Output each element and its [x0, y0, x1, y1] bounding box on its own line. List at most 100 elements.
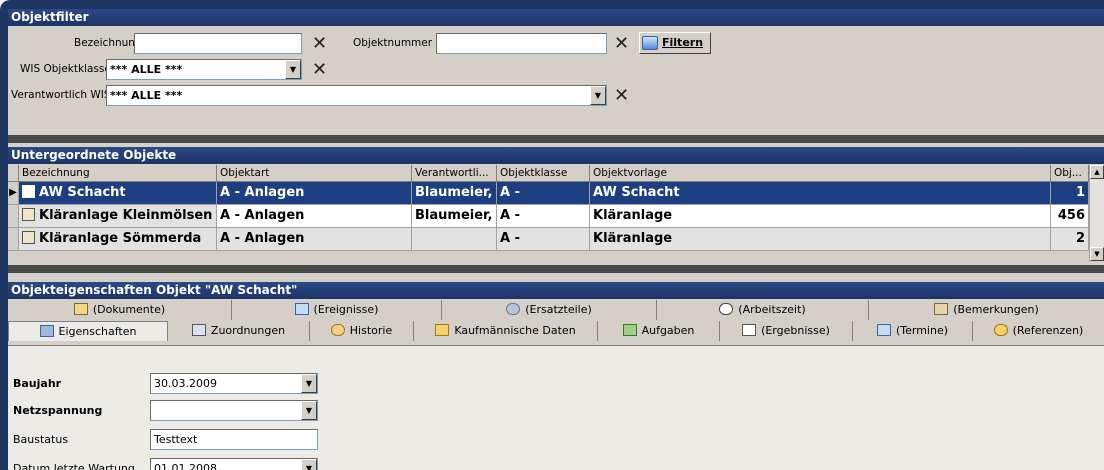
datum-letzte-wartung-dropdown-icon[interactable]: ▼: [301, 459, 317, 470]
coins-icon: [435, 324, 450, 336]
cell-bezeichnung: Kläranlage Kleinmölsen: [19, 205, 217, 228]
clear-objektnummer-icon[interactable]: ✕: [614, 35, 629, 53]
verantwortlich-dropdown-icon[interactable]: ▼: [590, 86, 606, 105]
wis-objektklasse-select[interactable]: *** ALLE ***: [106, 59, 302, 80]
objektnummer-input[interactable]: [436, 33, 607, 54]
tab-eigenschaften-label: Eigenschaften: [58, 325, 137, 338]
tab-zuordnungen[interactable]: Zuordnungen: [168, 321, 310, 341]
appointment-icon: [876, 324, 891, 336]
tab-referenzen-label: (Referenzen): [1012, 324, 1084, 337]
divider: [8, 265, 1104, 273]
tab-historie[interactable]: Historie: [310, 321, 414, 341]
window-frame: Objektfilter Bezeichnung ✕ Objektnummer …: [0, 0, 1104, 470]
tab-dokumente[interactable]: (Dokumente): [8, 300, 232, 320]
bezeichnung-input[interactable]: [134, 33, 302, 54]
tab-ereignisse[interactable]: (Ereignisse): [232, 300, 442, 320]
cell-verantwortlich: [412, 228, 497, 251]
tab-referenzen[interactable]: (Referenzen): [973, 321, 1104, 341]
cell-verantwortlich: Blaumeier,: [412, 182, 497, 205]
divider: [8, 135, 1104, 143]
tab-zuordnungen-label: Zuordnungen: [210, 324, 286, 337]
tab-bemerkungen-label: (Bemerkungen): [953, 303, 1039, 316]
tasks-icon: [622, 324, 637, 336]
document-icon: [742, 324, 757, 336]
tab-historie-label: Historie: [349, 324, 393, 337]
tab-aufgaben-label: Aufgaben: [641, 324, 695, 337]
tab-aufgaben[interactable]: Aufgaben: [598, 321, 720, 341]
scroll-down-icon[interactable]: ▼: [1090, 247, 1104, 261]
cell-objektart: A - Anlagen: [217, 228, 412, 251]
kläranlage-icon: [22, 231, 35, 244]
bezeichnung-label: Bezeichnung: [74, 37, 142, 49]
table-row[interactable]: ▶ AW Schacht A - Anlagen Blaumeier, A - …: [8, 182, 1089, 205]
col-bezeichnung[interactable]: Bezeichnung: [19, 165, 217, 182]
folder-icon: [73, 303, 88, 315]
tab-ereignisse-label: (Ereignisse): [313, 303, 379, 316]
col-objektart[interactable]: Objektart: [217, 165, 412, 182]
datum-letzte-wartung-label: Datum letzte Wartung: [13, 462, 135, 470]
cell-verantwortlich: Blaumeier,: [412, 205, 497, 228]
eigenschaften-header: Objekteigenschaften Objekt "AW Schacht": [8, 282, 1104, 299]
tab-termine-label: (Termine): [895, 324, 949, 337]
baustatus-input[interactable]: Testtext: [150, 429, 318, 450]
tabs-top-row: (Dokumente) (Ereignisse) (Ersatzteile) (…: [8, 300, 1104, 320]
cell-objektvorlage: AW Schacht: [590, 182, 1051, 205]
baujahr-select[interactable]: 30.03.2009: [150, 373, 318, 394]
cell-bezeichnung-text: Kläranlage Sömmerda: [39, 231, 202, 246]
tab-dokumente-label: (Dokumente): [92, 303, 166, 316]
col-objektklasse[interactable]: Objektklasse: [497, 165, 590, 182]
clear-wis-objektklasse-icon[interactable]: ✕: [312, 61, 327, 79]
filtern-button[interactable]: Filtern: [639, 32, 711, 54]
tab-termine[interactable]: (Termine): [853, 321, 973, 341]
cell-objektvorlage: Kläranlage: [590, 228, 1051, 251]
baujahr-label: Baujahr: [13, 377, 62, 390]
netzspannung-select[interactable]: [150, 400, 318, 421]
pencil-icon: [934, 303, 949, 315]
cell-bezeichnung: Kläranlage Sömmerda: [19, 228, 217, 251]
objekte-table: Bezeichnung Objektart Verantwortli... Ob…: [8, 165, 1104, 267]
tab-bemerkungen[interactable]: (Bemerkungen): [869, 300, 1104, 320]
table-scrollbar[interactable]: ▲ ▼: [1089, 165, 1104, 261]
clear-verantwortlich-icon[interactable]: ✕: [614, 87, 629, 105]
col-objektvorlage[interactable]: Objektvorlage: [590, 165, 1051, 182]
col-obj[interactable]: Obj...: [1051, 165, 1089, 182]
netzspannung-dropdown-icon[interactable]: ▼: [301, 401, 317, 420]
baujahr-dropdown-icon[interactable]: ▼: [301, 374, 317, 393]
cell-objektart: A - Anlagen: [217, 182, 412, 205]
cell-objektklasse: A -: [497, 182, 590, 205]
window-content: Objektfilter Bezeichnung ✕ Objektnummer …: [8, 9, 1104, 470]
datum-letzte-wartung-select[interactable]: 01.01.2008: [150, 458, 318, 470]
tab-ersatzteile-label: (Ersatzteile): [525, 303, 592, 316]
properties-icon: [39, 325, 54, 337]
gear-icon: [506, 303, 521, 315]
tab-eigenschaften[interactable]: Eigenschaften: [8, 321, 168, 341]
filter-icon: [642, 36, 658, 50]
row-indicator-icon: ▶: [8, 182, 19, 205]
filtern-label: Filtern: [662, 36, 704, 49]
table-header: Bezeichnung Objektart Verantwortli... Ob…: [8, 165, 1089, 182]
netzspannung-label: Netzspannung: [13, 404, 103, 417]
history-icon: [330, 324, 345, 336]
verantwortlich-select[interactable]: *** ALLE ***: [106, 85, 607, 106]
wis-objektklasse-dropdown-icon[interactable]: ▼: [285, 60, 301, 79]
col-verantwortlich[interactable]: Verantwortli...: [412, 165, 497, 182]
tab-arbeitszeit[interactable]: (Arbeitszeit): [657, 300, 869, 320]
tab-ergebnisse[interactable]: (Ergebnisse): [720, 321, 853, 341]
cell-bezeichnung-text: Kläranlage Kleinmölsen: [39, 208, 213, 223]
tab-kaufmaennische-daten[interactable]: Kaufmännische Daten: [414, 321, 598, 341]
cell-bezeichnung-text: AW Schacht: [39, 185, 126, 200]
row-indicator: [8, 228, 19, 251]
verantwortlich-label: Verantwortlich WIS: [11, 89, 111, 101]
tab-ersatzteile[interactable]: (Ersatzteile): [442, 300, 657, 320]
clear-bezeichnung-icon[interactable]: ✕: [312, 35, 327, 53]
cell-objektvorlage: Kläranlage: [590, 205, 1051, 228]
reference-icon: [993, 324, 1008, 336]
kläranlage-icon: [22, 208, 35, 221]
assignment-icon: [191, 324, 206, 336]
header-indicator: [8, 165, 19, 182]
table-row[interactable]: Kläranlage Kleinmölsen A - Anlagen Blaum…: [8, 205, 1089, 228]
cell-objektklasse: A -: [497, 228, 590, 251]
table-row[interactable]: Kläranlage Sömmerda A - Anlagen A - Klär…: [8, 228, 1089, 251]
scroll-up-icon[interactable]: ▲: [1090, 165, 1104, 179]
row-indicator: [8, 205, 19, 228]
